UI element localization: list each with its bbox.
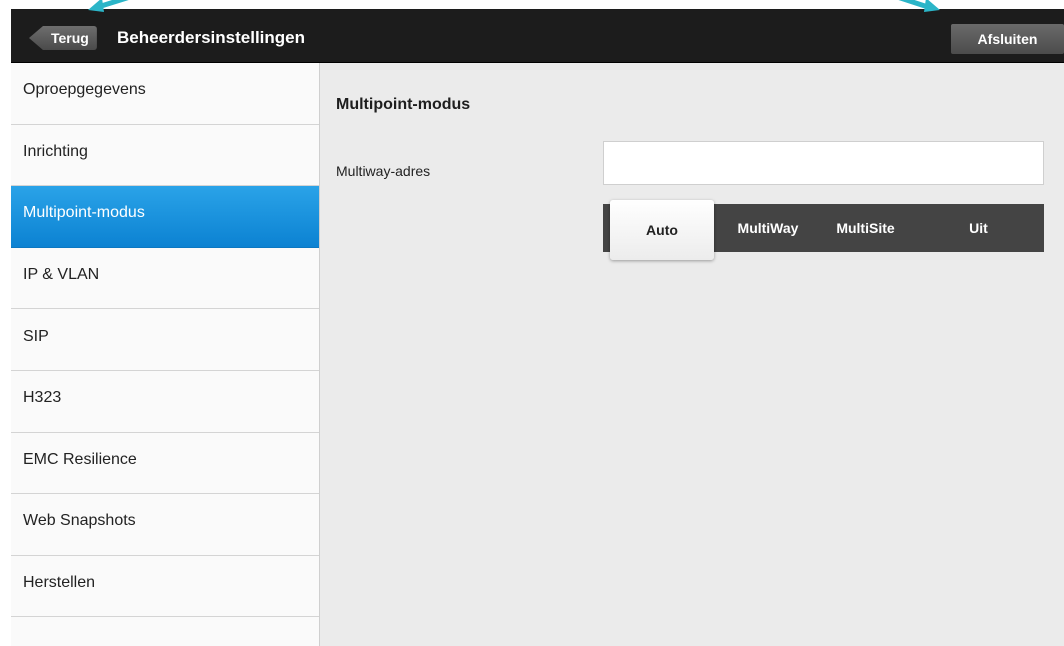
callout-arrow-icon: [898, 0, 940, 12]
sidebar-item-multipoint-modus[interactable]: Multipoint-modus: [11, 186, 319, 248]
sidebar-item-h323[interactable]: H323: [11, 371, 319, 433]
top-bar: Terug Beheerdersinstellingen Afsluiten: [11, 9, 1064, 63]
multipoint-mode-selector: Auto MultiWay MultiSite Uit: [603, 200, 1044, 260]
back-button[interactable]: Terug: [29, 26, 97, 50]
section-title: Multipoint-modus: [336, 96, 471, 113]
multiway-address-input[interactable]: [603, 141, 1044, 185]
sidebar-item-label: Multipoint-modus: [23, 204, 145, 222]
sidebar-item-label: SIP: [23, 327, 49, 345]
multiway-address-label: Multiway-adres: [336, 163, 431, 179]
sidebar-item-label: Web Snapshots: [23, 512, 136, 530]
sidebar-item-label: EMC Resilience: [23, 450, 137, 468]
sidebar-item-oproepgegevens[interactable]: Oproepgegevens: [11, 63, 319, 125]
mode-auto-option[interactable]: Auto: [610, 200, 714, 260]
sidebar-item-ip-vlan[interactable]: IP & VLAN: [11, 248, 319, 310]
sidebar-item-label: Inrichting: [23, 142, 88, 160]
sidebar-item-label: H323: [23, 389, 62, 407]
sidebar-item-label: Herstellen: [23, 574, 96, 592]
exit-button[interactable]: Afsluiten: [951, 24, 1064, 54]
mode-multiway-option[interactable]: MultiWay: [718, 204, 818, 252]
sidebar-item-inrichting[interactable]: Inrichting: [11, 125, 319, 187]
sidebar-item-herstellen[interactable]: Herstellen: [11, 556, 319, 618]
callout-arrow-icon: [88, 0, 129, 12]
sidebar-item-sip[interactable]: SIP: [11, 309, 319, 371]
mode-uit-option[interactable]: Uit: [913, 204, 1044, 252]
page-title: Beheerdersinstellingen: [117, 28, 306, 47]
settings-window: Terug Beheerdersinstellingen Afsluiten O…: [11, 9, 1064, 646]
sidebar: Oproepgegevens Inrichting Multipoint-mod…: [11, 63, 320, 646]
sidebar-item-web-snapshots[interactable]: Web Snapshots: [11, 494, 319, 556]
sidebar-item-label: IP & VLAN: [23, 266, 100, 284]
sidebar-item-emc-resilience[interactable]: EMC Resilience: [11, 433, 319, 495]
mode-multisite-option[interactable]: MultiSite: [818, 204, 913, 252]
sidebar-item-label: Oproepgegevens: [23, 81, 146, 99]
